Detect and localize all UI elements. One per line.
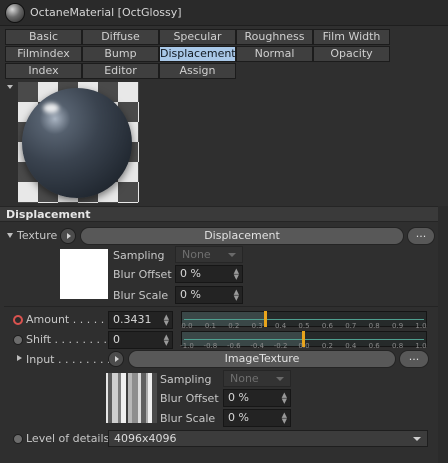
input-sampling-label: Sampling	[160, 373, 212, 386]
tab-displacement[interactable]: Displacement	[159, 46, 236, 62]
amount-tick-label: 0.5	[298, 322, 310, 330]
image-texture-thumbnail	[106, 373, 157, 423]
tab-basic[interactable]: Basic	[5, 29, 82, 45]
shift-field[interactable]: 0 ▲ ▼	[108, 331, 173, 349]
tab-specular[interactable]: Specular	[159, 29, 236, 45]
texture-swatch	[60, 249, 108, 299]
input-blur-scale-value: 0 %	[228, 411, 249, 424]
lod-keyframe-radio[interactable]	[13, 434, 23, 444]
texture-menu-button[interactable]	[60, 228, 76, 244]
shift-tick-label: -0.2	[273, 342, 288, 350]
lod-dropdown[interactable]: 4096x4096	[108, 430, 428, 447]
texture-shader-button[interactable]: Displacement	[80, 227, 404, 245]
material-preview[interactable]	[18, 82, 139, 203]
amount-tick-label: 0.0	[181, 322, 193, 330]
shift-keyframe-radio[interactable]	[13, 335, 23, 345]
amount-tick-label: 1.0	[415, 322, 427, 330]
input-label: Input . . . . . . . .	[26, 353, 111, 366]
texture-blur-offset-label: Blur Offset	[113, 268, 172, 281]
panel-scrollbar[interactable]	[438, 206, 448, 463]
tab-diffuse[interactable]: Diffuse	[82, 29, 159, 45]
amount-slider-track	[184, 319, 424, 320]
amount-tick-label: 0.8	[368, 322, 380, 330]
amount-tick-label: 0.9	[392, 322, 404, 330]
spinner-icon[interactable]: ▲ ▼	[234, 289, 239, 302]
texture-blur-offset-value: 0 %	[180, 267, 201, 280]
material-icon	[5, 3, 25, 23]
tab-roughness[interactable]: Roughness	[236, 29, 313, 45]
shift-value: 0	[113, 333, 120, 346]
shift-tick-label: -0.4	[250, 342, 265, 350]
texture-more-button[interactable]: ...	[407, 227, 435, 245]
amount-value: 0.3431	[113, 313, 152, 326]
texture-expand-arrow[interactable]	[7, 233, 13, 238]
input-blur-scale-field[interactable]: 0 % ▲ ▼	[223, 409, 291, 427]
amount-field[interactable]: 0.3431 ▲ ▼	[108, 311, 173, 329]
shift-tick-label: -0.8	[203, 342, 218, 350]
spinner-icon[interactable]: ▲ ▼	[282, 392, 287, 405]
input-blur-offset-value: 0 %	[228, 391, 249, 404]
sphere-highlight	[43, 103, 59, 113]
lod-value: 4096x4096	[114, 432, 177, 445]
amount-tick-label: 0.1	[204, 322, 216, 330]
shift-tick-label: -0.6	[226, 342, 241, 350]
amount-label: Amount . . . . . .	[26, 313, 112, 326]
shift-tick-label: -1.0	[180, 342, 194, 350]
tab-filmindex[interactable]: Filmindex	[5, 46, 82, 62]
shift-tick-label: 0.4	[345, 342, 357, 350]
tab-assign[interactable]: Assign	[159, 63, 236, 79]
input-shader-button[interactable]: ImageTexture	[128, 350, 396, 368]
amount-tick-label: 0.2	[228, 322, 240, 330]
amount-keyframe-radio[interactable]	[13, 315, 23, 325]
preview-sphere	[22, 88, 132, 198]
amount-tick-label: 0.3	[251, 322, 263, 330]
shift-tick-label: 1.0	[415, 342, 427, 350]
shift-tick-label: 0.2	[321, 342, 333, 350]
lod-label: Level of details	[26, 432, 110, 445]
input-blur-offset-label: Blur Offset	[160, 392, 219, 405]
section-header: Displacement	[0, 206, 448, 222]
input-expand-arrow[interactable]	[17, 355, 22, 361]
shift-tick-label: 0.6	[368, 342, 380, 350]
spinner-icon[interactable]: ▲ ▼	[164, 314, 169, 327]
spinner-icon[interactable]: ▲ ▼	[234, 268, 239, 281]
texture-blur-offset-field[interactable]: 0 % ▲ ▼	[175, 265, 243, 283]
section-title: Displacement	[6, 208, 91, 221]
input-sampling-select[interactable]: None	[223, 370, 291, 387]
amount-tick-label: 0.4	[275, 322, 287, 330]
tab-editor[interactable]: Editor	[82, 63, 159, 79]
texture-blur-scale-field[interactable]: 0 % ▲ ▼	[175, 286, 243, 304]
input-menu-button[interactable]	[108, 351, 124, 367]
tab-opacity[interactable]: Opacity	[313, 46, 390, 62]
amount-tick-label: 0.6	[321, 322, 333, 330]
window-title: OctaneMaterial [OctGlossy]	[30, 6, 182, 19]
tab-index[interactable]: Index	[5, 63, 82, 79]
chevron-down-icon	[413, 437, 421, 441]
tab-film-width[interactable]: Film Width	[313, 29, 390, 45]
shift-tick-label: 0.0	[298, 342, 310, 350]
divider	[4, 306, 438, 307]
input-blur-scale-label: Blur Scale	[160, 412, 216, 425]
spinner-icon[interactable]: ▲ ▼	[164, 334, 169, 347]
input-blur-offset-field[interactable]: 0 % ▲ ▼	[223, 389, 291, 407]
shift-label: Shift . . . . . . . .	[26, 333, 107, 346]
shift-tick-label: 0.8	[392, 342, 404, 350]
preview-collapse-arrow[interactable]	[7, 85, 13, 89]
tab-bump[interactable]: Bump	[82, 46, 159, 62]
texture-blur-scale-value: 0 %	[180, 288, 201, 301]
texture-stripe	[152, 373, 157, 423]
input-more-button[interactable]: ...	[399, 350, 429, 368]
texture-sampling-label: Sampling	[113, 249, 165, 262]
texture-sampling-select[interactable]: None	[175, 246, 243, 263]
title-bar: OctaneMaterial [OctGlossy]	[0, 0, 448, 26]
amount-tick-label: 0.7	[345, 322, 357, 330]
texture-blur-scale-label: Blur Scale	[113, 289, 169, 302]
spinner-icon[interactable]: ▲ ▼	[282, 412, 287, 425]
tab-normal[interactable]: Normal	[236, 46, 313, 62]
texture-label: Texture	[17, 229, 58, 242]
